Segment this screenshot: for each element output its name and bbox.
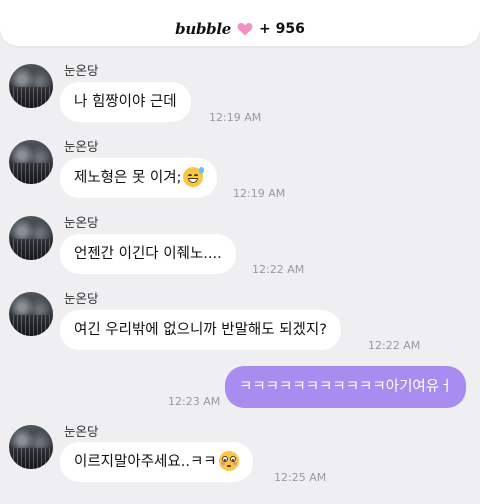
brand-logo: bubble — [175, 20, 231, 38]
avatar[interactable] — [9, 140, 53, 184]
sender-name: 눈온당 — [64, 139, 99, 154]
message-time: 12:19 AM — [233, 187, 286, 200]
message-time: 12:25 AM — [274, 471, 327, 484]
chat-header: bubble + 956 — [0, 0, 480, 46]
message-bubble[interactable]: 나 힘짱이야 근데 — [60, 82, 191, 122]
flushed-emoji — [218, 451, 239, 471]
sweat-smile-emoji — [183, 167, 205, 187]
message-bubble[interactable]: 이르지말아주세요..ㅋㅋ — [60, 442, 253, 482]
message-time: 12:23 AM — [168, 395, 221, 408]
avatar[interactable] — [9, 216, 53, 260]
header-title: bubble + 956 — [0, 20, 480, 38]
avatar[interactable] — [9, 292, 53, 336]
subscriber-count: + 956 — [258, 21, 305, 37]
message-bubble[interactable]: 언젠간 이긴다 이줴노.... — [60, 234, 236, 274]
message-text: 이르지말아주세요..ㅋㅋ — [74, 454, 217, 470]
message-text: 언젠간 이긴다 이줴노.... — [74, 246, 222, 262]
message-text: 나 힘짱이야 근데 — [74, 94, 177, 110]
message-text: 제노형은 못 이겨; — [74, 170, 182, 186]
my-message-bubble[interactable]: ㅋㅋㅋㅋㅋㅋㅋㅋㅋㅋㅋ아기여유ㅓ — [225, 366, 467, 408]
sender-name: 눈온당 — [64, 291, 99, 306]
sender-name: 눈온당 — [64, 215, 99, 230]
avatar[interactable] — [9, 425, 53, 469]
sender-name: 눈온당 — [64, 424, 99, 439]
sender-name: 눈온당 — [64, 63, 99, 78]
message-time: 12:19 AM — [209, 111, 262, 124]
message-time: 12:22 AM — [368, 339, 421, 352]
heart-icon — [237, 22, 253, 36]
message-text: 여긴 우리밖에 없으니까 반말해도 되겠지? — [74, 322, 327, 338]
message-bubble[interactable]: 제노형은 못 이겨; — [60, 158, 218, 198]
message-time: 12:22 AM — [252, 263, 305, 276]
message-text: ㅋㅋㅋㅋㅋㅋㅋㅋㅋㅋㅋ아기여유ㅓ — [239, 379, 453, 395]
avatar[interactable] — [9, 64, 53, 108]
message-bubble[interactable]: 여긴 우리밖에 없으니까 반말해도 되겠지? — [60, 310, 341, 350]
